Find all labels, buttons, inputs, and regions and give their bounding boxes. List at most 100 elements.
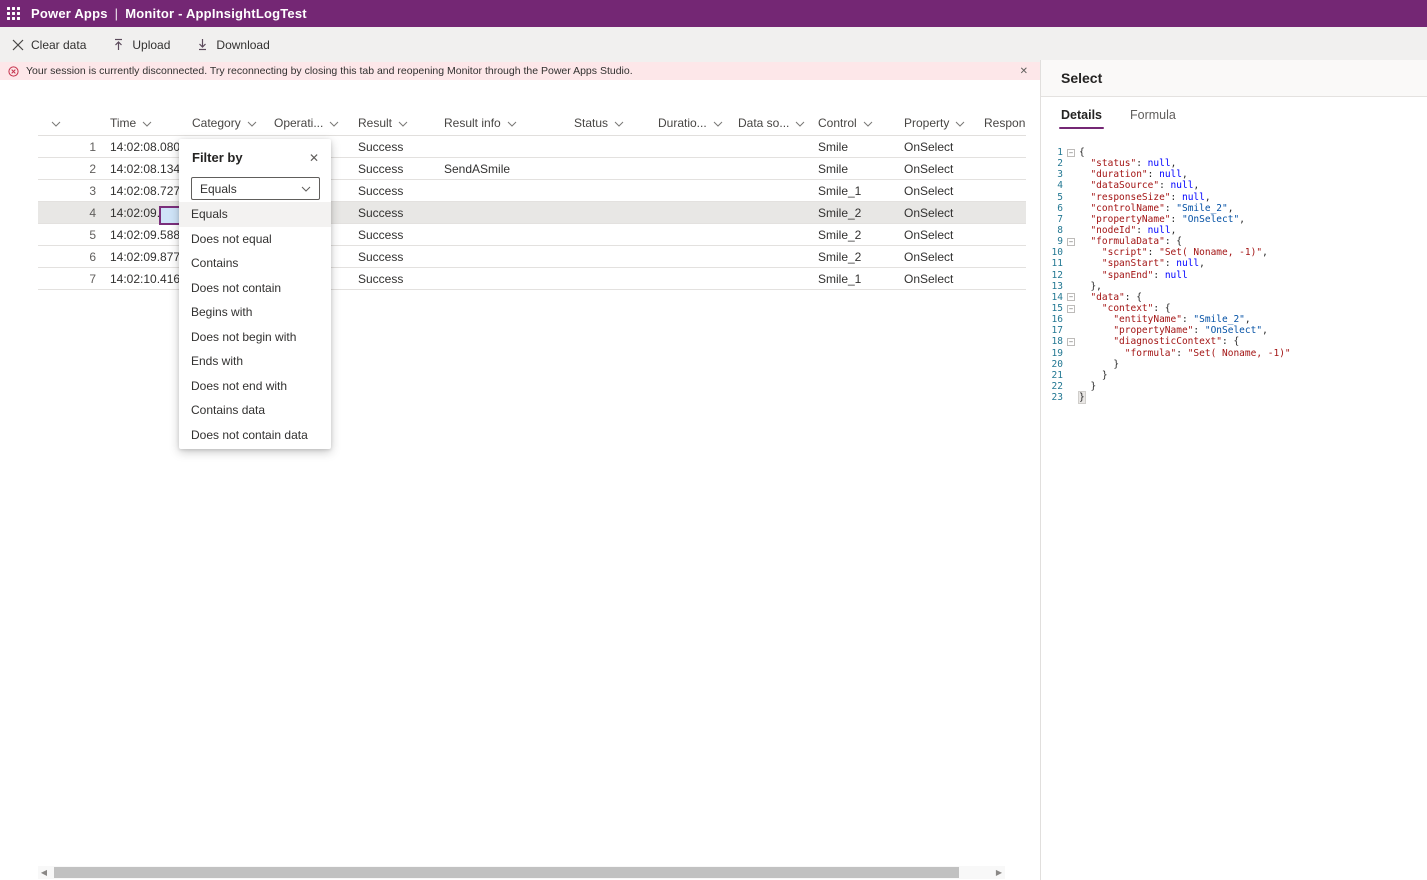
filter-option[interactable]: Does not end with <box>179 374 331 399</box>
scrollbar-track[interactable] <box>50 866 993 879</box>
cell-response[interactable] <box>976 224 1026 245</box>
cell-status[interactable] <box>566 246 650 267</box>
cell-control[interactable]: Smile_2 <box>810 246 896 267</box>
filter-option[interactable]: Equals <box>179 202 331 227</box>
cell-result_info[interactable] <box>436 136 566 157</box>
fold-collapse-icon[interactable]: − <box>1067 293 1075 301</box>
cell-response[interactable] <box>976 268 1026 289</box>
scroll-left-arrow[interactable]: ◀ <box>38 866 50 879</box>
cell-property[interactable]: OnSelect <box>896 246 976 267</box>
cell-status[interactable] <box>566 268 650 289</box>
cell-status[interactable] <box>566 180 650 201</box>
cell-duration[interactable] <box>650 268 730 289</box>
column-header-category[interactable]: Category <box>184 110 266 135</box>
cell-result_info[interactable] <box>436 246 566 267</box>
filter-option[interactable]: Does not begin with <box>179 325 331 350</box>
cell-property[interactable]: OnSelect <box>896 224 976 245</box>
clear-data-button[interactable]: Clear data <box>12 27 86 62</box>
filter-operator-dropdown[interactable]: Equals <box>191 177 320 200</box>
column-header-result[interactable]: Result <box>350 110 436 135</box>
row-select-cell[interactable] <box>38 246 74 267</box>
column-header-data-so-[interactable]: Data so... <box>730 110 810 135</box>
column-header-result-info[interactable]: Result info <box>436 110 566 135</box>
scroll-right-arrow[interactable]: ▶ <box>993 866 1005 879</box>
filter-option[interactable]: Contains data <box>179 398 331 423</box>
cell-result[interactable]: Success <box>350 246 436 267</box>
cell-response[interactable] <box>976 246 1026 267</box>
row-select-cell[interactable] <box>38 268 74 289</box>
upload-button[interactable]: Upload <box>112 27 170 62</box>
cell-duration[interactable] <box>650 136 730 157</box>
cell-num[interactable]: 7 <box>74 268 102 289</box>
scrollbar-thumb[interactable] <box>54 867 959 878</box>
cell-control[interactable]: Smile <box>810 136 896 157</box>
cell-data_source[interactable] <box>730 158 810 179</box>
cell-status[interactable] <box>566 136 650 157</box>
cell-response[interactable] <box>976 180 1026 201</box>
row-select-cell[interactable] <box>38 136 74 157</box>
cell-num[interactable]: 2 <box>74 158 102 179</box>
column-header-row-number[interactable] <box>74 110 102 135</box>
cell-time[interactable]: 14:02:08.080 <box>102 136 184 157</box>
row-select-cell[interactable] <box>38 202 74 223</box>
cell-control[interactable]: Smile <box>810 158 896 179</box>
fold-collapse-icon[interactable]: − <box>1067 149 1075 157</box>
column-header-property[interactable]: Property <box>896 110 976 135</box>
column-header-select-all[interactable] <box>38 110 74 135</box>
cell-result[interactable]: Success <box>350 268 436 289</box>
cell-control[interactable]: Smile_1 <box>810 268 896 289</box>
filter-option[interactable]: Does not equal <box>179 227 331 252</box>
cell-data_source[interactable] <box>730 136 810 157</box>
cell-result[interactable]: Success <box>350 224 436 245</box>
cell-time[interactable]: 14:02:09.588 <box>102 224 184 245</box>
column-header-respon-[interactable]: Respon... <box>976 110 1026 135</box>
cell-num[interactable]: 5 <box>74 224 102 245</box>
cell-data_source[interactable] <box>730 224 810 245</box>
column-header-operati-[interactable]: Operati... <box>266 110 350 135</box>
fold-collapse-icon[interactable]: − <box>1067 238 1075 246</box>
cell-duration[interactable] <box>650 158 730 179</box>
tab-details[interactable]: Details <box>1049 100 1114 131</box>
filter-close-icon[interactable]: ✕ <box>309 152 319 164</box>
cell-time[interactable]: 14:02:10.416 <box>102 268 184 289</box>
cell-property[interactable]: OnSelect <box>896 268 976 289</box>
filter-option[interactable]: Contains <box>179 251 331 276</box>
cell-time[interactable]: 14:02:09.877 <box>102 246 184 267</box>
cell-time[interactable]: 14:02:08.727 <box>102 180 184 201</box>
cell-result_info[interactable] <box>436 268 566 289</box>
message-close-icon[interactable]: ✕ <box>1016 66 1032 77</box>
cell-result_info[interactable] <box>436 202 566 223</box>
cell-result_info[interactable]: SendASmile <box>436 158 566 179</box>
row-select-cell[interactable] <box>38 180 74 201</box>
cell-result_info[interactable] <box>436 180 566 201</box>
fold-collapse-icon[interactable]: − <box>1067 338 1075 346</box>
cell-response[interactable] <box>976 136 1026 157</box>
horizontal-scrollbar[interactable]: ◀ ▶ <box>38 866 1005 879</box>
column-header-status[interactable]: Status <box>566 110 650 135</box>
filter-option[interactable]: Ends with <box>179 349 331 374</box>
cell-response[interactable] <box>976 202 1026 223</box>
cell-time[interactable]: 14:02:08.134 <box>102 158 184 179</box>
row-select-cell[interactable] <box>38 224 74 245</box>
cell-result[interactable]: Success <box>350 158 436 179</box>
fold-collapse-icon[interactable]: − <box>1067 305 1075 313</box>
cell-data_source[interactable] <box>730 180 810 201</box>
cell-result[interactable]: Success <box>350 202 436 223</box>
download-button[interactable]: Download <box>196 27 269 62</box>
cell-data_source[interactable] <box>730 246 810 267</box>
cell-num[interactable]: 3 <box>74 180 102 201</box>
cell-property[interactable]: OnSelect <box>896 202 976 223</box>
cell-result[interactable]: Success <box>350 180 436 201</box>
cell-data_source[interactable] <box>730 268 810 289</box>
row-select-cell[interactable] <box>38 158 74 179</box>
cell-num[interactable]: 6 <box>74 246 102 267</box>
cell-status[interactable] <box>566 202 650 223</box>
tab-formula[interactable]: Formula <box>1118 100 1188 131</box>
cell-status[interactable] <box>566 158 650 179</box>
waffle-menu-icon[interactable] <box>0 0 27 27</box>
column-header-control[interactable]: Control <box>810 110 896 135</box>
cell-result_info[interactable] <box>436 224 566 245</box>
column-header-time[interactable]: Time <box>102 110 184 135</box>
cell-num[interactable]: 1 <box>74 136 102 157</box>
cell-duration[interactable] <box>650 224 730 245</box>
